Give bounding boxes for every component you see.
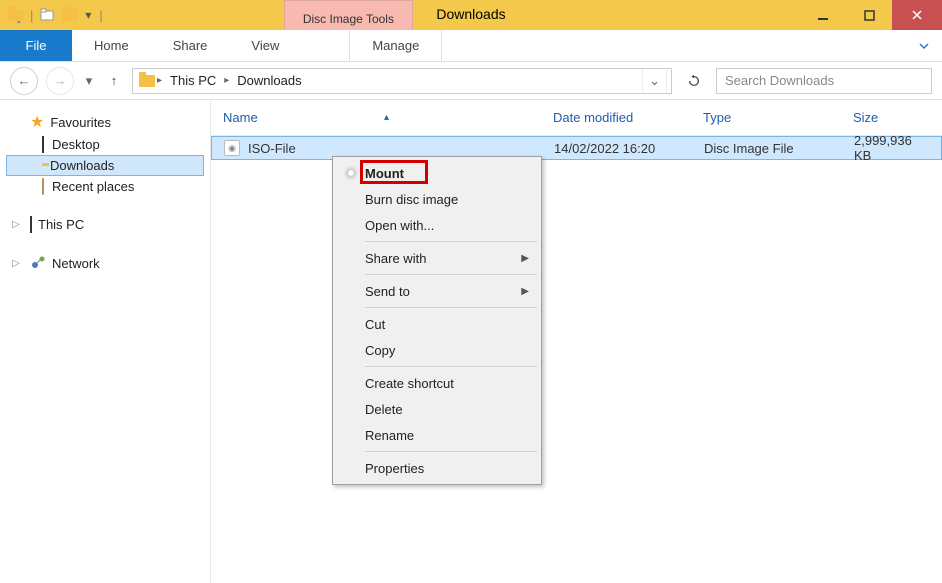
qat-overflow: | [99,8,102,23]
ribbon: File Home Share View Manage [0,30,942,62]
search-placeholder: Search Downloads [725,73,834,88]
ribbon-home-tab[interactable]: Home [72,30,151,61]
disc-icon [337,166,365,180]
sidebar-item-recent[interactable]: Recent places [6,176,204,197]
nav-sidebar: ★ Favourites Desktop Downloads Recent pl… [0,100,210,583]
folder-dl-icon[interactable]: ↓ [6,6,24,24]
recent-places-icon [42,179,44,194]
ctx-separator [365,451,537,452]
nav-up-button[interactable]: ↑ [104,71,124,91]
ctx-share-with[interactable]: Share with ▶ [335,245,539,271]
maximize-button[interactable] [846,0,892,30]
expand-icon[interactable]: ▷ [12,219,24,230]
nav-back-button[interactable]: ← [10,67,38,95]
sidebar-item-label: Recent places [52,179,134,194]
ctx-open-with[interactable]: Open with... [335,212,539,238]
ribbon-file-tab[interactable]: File [0,30,72,61]
contextual-tool-tab[interactable]: Disc Image Tools [284,0,413,30]
network-icon [30,254,46,273]
ctx-separator [365,241,537,242]
ctx-mount[interactable]: Mount [335,160,539,186]
file-cell-size: 2,999,936 KB [842,133,941,163]
ribbon-expand-icon[interactable] [906,30,942,61]
ctx-rename[interactable]: Rename [335,422,539,448]
breadcrumb-downloads[interactable]: Downloads [231,69,307,93]
nav-forward-button[interactable]: → [46,67,74,95]
ribbon-manage-tab[interactable]: Manage [349,30,442,61]
col-header-name[interactable]: Name ▴ [211,110,541,125]
titlebar: ↓ | ▾ | Disc Image Tools Downloads [0,0,942,30]
address-row: ← → ▾ ↑ ↓ ▸ This PC ▸ Downloads ⌄ Search… [0,62,942,100]
refresh-button[interactable] [680,68,708,94]
ctx-separator [365,307,537,308]
file-cell-type: Disc Image File [692,141,842,156]
column-headers: Name ▴ Date modified Type Size [211,100,942,136]
col-header-date[interactable]: Date modified [541,110,691,125]
address-folder-icon: ↓ [137,72,155,90]
ribbon-share-tab[interactable]: Share [151,30,230,61]
new-folder-icon[interactable] [39,6,57,24]
address-dropdown-icon[interactable]: ⌄ [642,69,667,93]
window-title: Downloads [436,6,505,22]
submenu-arrow-icon: ▶ [521,286,529,297]
ctx-separator [365,366,537,367]
ctx-separator [365,274,537,275]
sidebar-this-pc[interactable]: ▷ This PC [6,215,204,234]
sidebar-item-desktop[interactable]: Desktop [6,134,204,155]
search-input[interactable]: Search Downloads [716,68,932,94]
ctx-send-to[interactable]: Send to ▶ [335,278,539,304]
context-menu: Mount Burn disc image Open with... Share… [332,156,542,485]
sidebar-network[interactable]: ▷ Network [6,252,204,275]
file-list: Name ▴ Date modified Type Size ◉ ISO-Fil… [210,100,942,583]
qat-sep: | [30,8,33,23]
file-cell-date: 14/02/2022 16:20 [542,141,692,156]
minimize-button[interactable] [800,0,846,30]
col-header-type[interactable]: Type [691,110,841,125]
file-row[interactable]: ◉ ISO-File 14/02/2022 16:20 Disc Image F… [211,136,942,160]
ctx-cut[interactable]: Cut [335,311,539,337]
close-button[interactable] [892,0,942,30]
sidebar-network-label: Network [52,256,100,271]
sidebar-item-label: Desktop [52,137,100,152]
ctx-delete[interactable]: Delete [335,396,539,422]
sort-asc-icon: ▴ [384,112,389,123]
ctx-properties[interactable]: Properties [335,455,539,481]
col-header-size[interactable]: Size [841,110,942,125]
chevron-right-icon[interactable]: ▸ [157,75,162,86]
ctx-create-shortcut[interactable]: Create shortcut [335,370,539,396]
expand-icon[interactable]: ▷ [12,258,24,269]
breadcrumb-this-pc[interactable]: This PC [164,69,222,93]
sidebar-favourites-label: Favourites [50,115,111,130]
sidebar-item-downloads[interactable]: Downloads [6,155,204,176]
file-cell-name: ◉ ISO-File [212,140,542,156]
sidebar-item-label: Downloads [50,158,114,173]
star-icon: ★ [30,112,44,132]
chevron-right-icon[interactable]: ▸ [224,75,229,86]
iso-file-icon: ◉ [224,140,240,156]
ribbon-view-tab[interactable]: View [229,30,301,61]
folder-icon[interactable] [61,6,79,24]
address-bar[interactable]: ↓ ▸ This PC ▸ Downloads ⌄ [132,68,672,94]
window-controls [800,0,942,30]
desktop-icon [42,137,44,152]
qat-dropdown-icon[interactable]: ▾ [85,8,91,22]
quick-access-toolbar: ↓ | ▾ | [0,0,109,30]
ctx-copy[interactable]: Copy [335,337,539,363]
nav-history-dropdown[interactable]: ▾ [82,73,96,89]
computer-icon [30,217,32,232]
submenu-arrow-icon: ▶ [521,253,529,264]
sidebar-favourites[interactable]: ★ Favourites [6,110,204,134]
ctx-burn[interactable]: Burn disc image [335,186,539,212]
sidebar-this-pc-label: This PC [38,217,84,232]
